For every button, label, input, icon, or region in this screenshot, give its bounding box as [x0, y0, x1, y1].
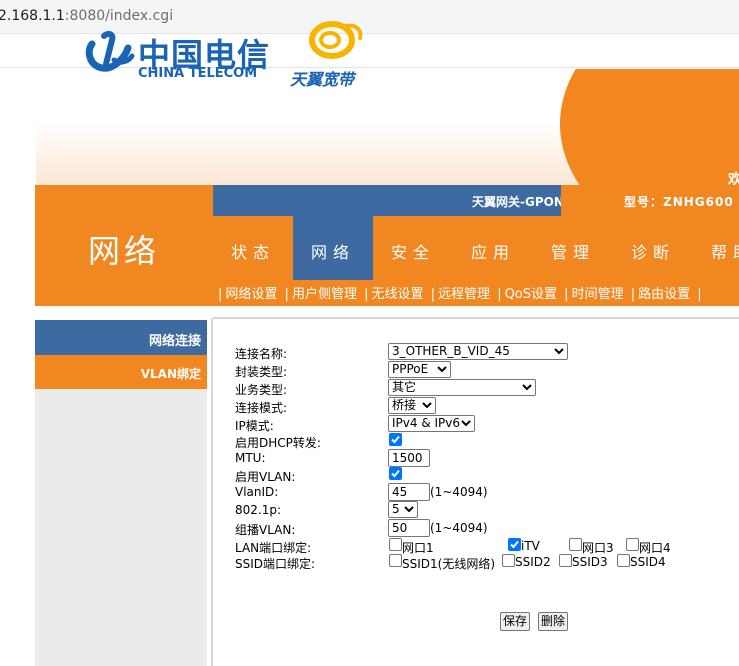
lan-port3-checkbox[interactable]	[569, 538, 582, 551]
mcast-vlan-range-hint: (1~4094)	[430, 521, 488, 535]
subnav-user-side[interactable]: 用户侧管理	[292, 287, 357, 302]
service-label: 业务类型:	[235, 383, 288, 397]
vlanid-range-hint: (1~4094)	[430, 485, 488, 499]
banner-swoosh	[560, 69, 739, 185]
conn-name-value: 3_OTHER_B_VID_45	[392, 344, 510, 358]
mode-label: 连接模式:	[235, 401, 288, 415]
checkmark-icon	[391, 435, 400, 444]
tab-status[interactable]: 状态	[213, 216, 293, 280]
content-left-divider	[211, 318, 213, 666]
ssid-bind-label: SSID端口绑定:	[235, 557, 316, 571]
sub-nav: | 网络设置 | 用户侧管理 | 无线设置 | 远程管理 | QoS设置 | 时间管理 | 路…	[218, 287, 702, 302]
vlanid-input[interactable]: 45	[388, 483, 430, 501]
dot1p-label: 802.1p:	[235, 503, 282, 517]
mode-value: 桥接	[392, 398, 417, 412]
lan-bind-label: LAN端口绑定:	[235, 541, 312, 555]
ssid1-checkbox[interactable]	[389, 554, 402, 567]
ssid3-label: SSID3	[572, 555, 608, 569]
ssid3-checkbox[interactable]	[559, 554, 572, 567]
encap-label: 封装类型:	[235, 365, 288, 379]
chevron-down-icon	[422, 402, 432, 409]
chevron-down-icon	[461, 420, 471, 427]
checkmark-icon	[510, 540, 519, 549]
delete-button[interactable]: 删除	[538, 612, 569, 631]
subnav-network-settings[interactable]: 网络设置	[225, 287, 277, 302]
subnav-time[interactable]: 时间管理	[572, 287, 624, 302]
subnav-qos[interactable]: QoS设置	[505, 287, 557, 302]
mtu-input[interactable]: 1500	[388, 449, 430, 467]
page-banner: 欢	[0, 69, 739, 185]
section-title: 网络	[87, 232, 160, 270]
mcast-vlan-input[interactable]: 50	[388, 519, 430, 537]
lan-port4-checkbox[interactable]	[626, 538, 639, 551]
service-select[interactable]: 其它	[388, 379, 536, 396]
lan-itv-label: iTV	[521, 539, 540, 553]
mcast-vlan-label: 组播VLAN:	[235, 523, 296, 537]
encap-value: PPPoE	[392, 362, 429, 376]
sub-brand-name: 天翼宽带	[290, 70, 355, 89]
sidebar-item-vlan-binding[interactable]: VLAN绑定	[35, 355, 207, 389]
banner-margin	[0, 69, 36, 185]
chevron-down-icon	[522, 384, 532, 391]
lan-port4-label: 网口4	[639, 541, 671, 555]
model-label: 型号：ZNHG600	[624, 195, 734, 209]
ssid4-checkbox[interactable]	[617, 554, 630, 567]
encap-select[interactable]: PPPoE	[388, 361, 451, 378]
checkmark-icon	[391, 469, 400, 478]
tianyi-logo-icon	[309, 21, 363, 59]
chevron-down-icon	[437, 366, 447, 373]
tab-security[interactable]: 安全	[373, 216, 453, 280]
url-host: 2.168.1.1	[0, 8, 65, 24]
address-bar[interactable]: 2.168.1.1:8080/index.cgi	[0, 0, 739, 34]
welcome-text: 欢	[728, 172, 739, 185]
china-telecom-logo-icon	[85, 30, 135, 72]
gateway-name: 天翼网关-GPON	[472, 195, 564, 209]
ssid4-label: SSID4	[630, 555, 666, 569]
lan-port1-checkbox[interactable]	[389, 538, 402, 551]
ip-mode-value: IPv4 & IPv6	[392, 416, 461, 430]
tab-application[interactable]: 应用	[453, 216, 533, 280]
url-path: :8080/index.cgi	[64, 8, 174, 24]
ssid2-label: SSID2	[515, 555, 551, 569]
tab-network[interactable]: 网络	[293, 216, 373, 280]
ip-mode-select[interactable]: IPv4 & IPv6	[388, 415, 475, 432]
tab-diagnostics[interactable]: 诊断	[613, 216, 693, 280]
sidebar-item-network-connection[interactable]: 网络连接	[35, 320, 207, 355]
ssid2-checkbox[interactable]	[502, 554, 515, 567]
ssid1-label: SSID1(无线网络)	[402, 557, 496, 571]
ip-mode-label: IP模式:	[235, 419, 274, 433]
content-top-divider	[213, 317, 739, 319]
lan-port1-label: 网口1	[402, 541, 434, 555]
mtu-label: MTU:	[235, 451, 266, 465]
chevron-down-icon	[554, 348, 564, 355]
subnav-remote[interactable]: 远程管理	[438, 287, 490, 302]
dhcp-relay-label: 启用DHCP转发:	[235, 436, 321, 450]
tab-management[interactable]: 管理	[533, 216, 613, 280]
subnav-wireless[interactable]: 无线设置	[371, 287, 423, 302]
lan-itv-checkbox[interactable]	[508, 538, 521, 551]
lan-port3-label: 网口3	[582, 541, 614, 555]
tab-help[interactable]: 帮助	[693, 216, 739, 280]
dhcp-relay-checkbox[interactable]	[389, 433, 402, 446]
mode-select[interactable]: 桥接	[388, 397, 436, 414]
dot1p-value: 5	[392, 502, 400, 516]
conn-name-select[interactable]: 3_OTHER_B_VID_45	[388, 343, 568, 360]
conn-name-label: 连接名称:	[235, 347, 288, 361]
subnav-routing[interactable]: 路由设置	[638, 287, 690, 302]
chevron-down-icon	[404, 506, 414, 513]
url-text[interactable]: 2.168.1.1:8080/index.cgi	[0, 8, 173, 24]
vlan-enable-checkbox[interactable]	[389, 467, 402, 480]
vlan-enable-label: 启用VLAN:	[235, 470, 296, 484]
brand-name-en: CHINA TELECOM	[138, 66, 258, 81]
dot1p-select[interactable]: 5	[388, 501, 418, 518]
service-value: 其它	[392, 380, 417, 394]
vlanid-label: VlanID:	[235, 485, 279, 499]
save-button[interactable]: 保存	[500, 612, 531, 631]
